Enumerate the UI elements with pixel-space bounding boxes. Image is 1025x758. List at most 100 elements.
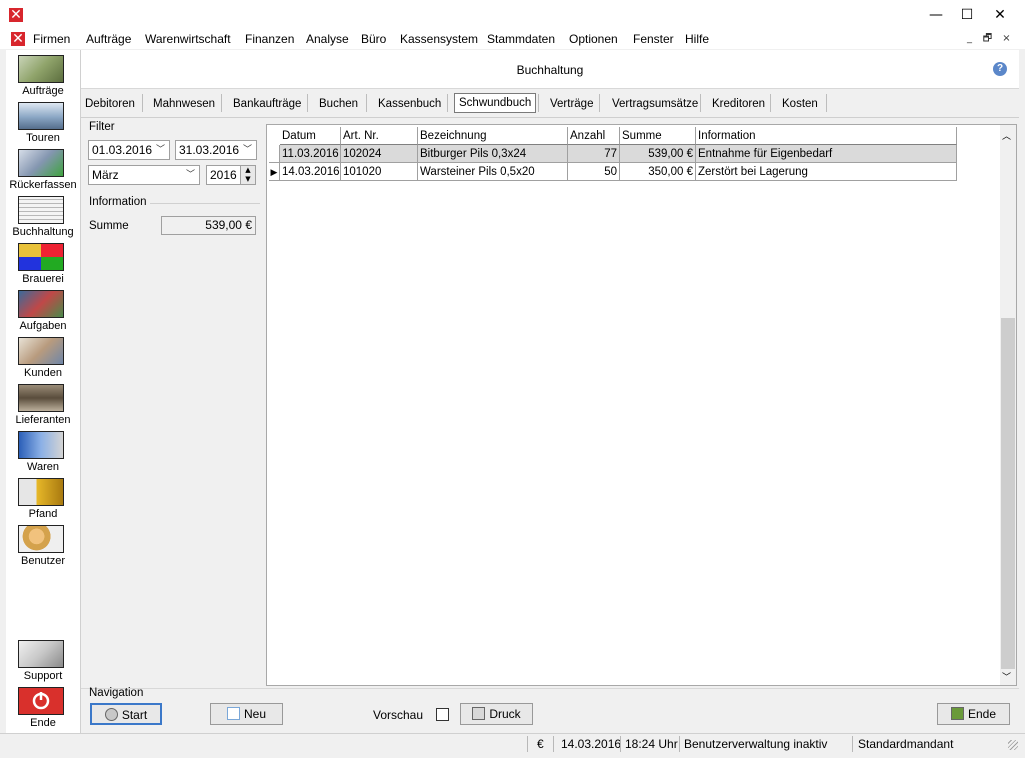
sidebar-item-benutzer[interactable]: Benutzer: [6, 523, 80, 570]
table-cell[interactable]: 14.03.2016: [280, 163, 341, 181]
sidebar-label: Lieferanten: [15, 414, 71, 426]
table-cell[interactable]: 539,00 €: [620, 145, 696, 163]
sidebar-item-buchhaltung[interactable]: Buchhaltung: [6, 194, 80, 241]
status-separator: [679, 736, 680, 752]
year-stepper[interactable]: 2016 ▲ ▼: [206, 165, 256, 185]
tab-separator: [538, 94, 539, 112]
help-icon[interactable]: ?: [993, 62, 1007, 76]
current-row-arrow-icon[interactable]: ▶: [269, 163, 280, 181]
year-spin-buttons[interactable]: ▲ ▼: [240, 166, 255, 184]
column-header-information[interactable]: Information: [696, 127, 957, 145]
minimize-button[interactable]: —: [924, 6, 948, 24]
date-to-picker[interactable]: 31.03.2016 ﹀: [175, 140, 257, 160]
resize-grip-icon[interactable]: [1008, 740, 1018, 750]
table-cell[interactable]: 102024: [341, 145, 418, 163]
sidebar-item-kunden[interactable]: Kunden: [6, 335, 80, 382]
spin-up-icon[interactable]: ▲: [241, 166, 255, 175]
maximize-button[interactable]: ☐: [955, 6, 979, 24]
sidebar-label: Pfand: [28, 508, 58, 520]
sidebar-item-lieferanten[interactable]: Lieferanten: [6, 382, 80, 429]
status-separator: [553, 736, 554, 752]
tab-kreditoren[interactable]: Kreditoren: [712, 96, 765, 112]
table-cell[interactable]: Zerstört bei Lagerung: [696, 163, 957, 181]
tab-schwundbuch[interactable]: Schwundbuch: [454, 93, 537, 113]
scroll-up-icon[interactable]: ︿: [1002, 129, 1011, 142]
menu-optionen[interactable]: Optionen: [569, 32, 618, 46]
sidebar-item-pfand[interactable]: Pfand: [6, 476, 80, 523]
scroll-down-icon[interactable]: ﹀: [1002, 670, 1011, 683]
gear-icon: [104, 708, 118, 721]
tab-kassenbuch[interactable]: Kassenbuch: [378, 96, 441, 112]
menu-auftraege[interactable]: Aufträge: [86, 32, 131, 46]
column-header-summe[interactable]: Summe: [620, 127, 696, 145]
chevron-down-icon: ﹀: [185, 170, 195, 180]
spin-down-icon[interactable]: ▼: [241, 175, 255, 184]
support-button[interactable]: Support: [6, 638, 80, 685]
app-logo-icon: ✕: [9, 7, 23, 23]
column-header-anzahl[interactable]: Anzahl: [568, 127, 620, 145]
start-button[interactable]: Start: [90, 703, 162, 725]
table-cell[interactable]: Bitburger Pils 0,3x24: [418, 145, 568, 163]
tab-bankauftraege[interactable]: Bankaufträge: [233, 96, 301, 112]
table-cell[interactable]: 77: [568, 145, 620, 163]
close-button[interactable]: ✕: [988, 6, 1012, 24]
table-cell[interactable]: 101020: [341, 163, 418, 181]
table-cell[interactable]: 11.03.2016: [280, 145, 341, 163]
table-cell[interactable]: 350,00 €: [620, 163, 696, 181]
sidebar-item-waren[interactable]: Waren: [6, 429, 80, 476]
tab-debitoren[interactable]: Debitoren: [85, 96, 135, 112]
menu-warenwirtschaft[interactable]: Warenwirtschaft: [145, 32, 231, 46]
mdi-app-icon[interactable]: ✕: [11, 32, 25, 46]
information-group-label: Information: [89, 196, 147, 208]
menu-buero[interactable]: Büro: [361, 32, 386, 46]
month-select[interactable]: März ﹀: [88, 165, 200, 185]
row-indicator[interactable]: [269, 145, 280, 163]
mdi-restore-button[interactable]: 🗗: [980, 32, 995, 46]
print-button[interactable]: Druck: [460, 703, 533, 725]
column-header-art-nr[interactable]: Art. Nr.: [341, 127, 418, 145]
date-from-picker[interactable]: 01.03.2016 ﹀: [88, 140, 170, 160]
scroll-thumb[interactable]: [1001, 318, 1015, 669]
end-button[interactable]: Ende: [937, 703, 1010, 725]
menu-stammdaten[interactable]: Stammdaten: [487, 32, 555, 46]
sidebar-item-rueckerfassen[interactable]: Rückerfassen: [6, 147, 80, 194]
table-cell[interactable]: Entnahme für Eigenbedarf: [696, 145, 957, 163]
sidebar: Aufträge Touren Rückerfassen Buchhaltung…: [6, 50, 81, 734]
menu-hilfe[interactable]: Hilfe: [685, 32, 709, 46]
sidebar-item-touren[interactable]: Touren: [6, 100, 80, 147]
table-cell[interactable]: 50: [568, 163, 620, 181]
vertical-scrollbar[interactable]: ︿ ﹀: [1000, 125, 1016, 685]
sidebar-item-aufgaben[interactable]: Aufgaben: [6, 288, 80, 335]
status-bar: € 14.03.2016 18:24 Uhr Benutzerverwaltun…: [0, 733, 1025, 755]
menu-firmen[interactable]: Firmen: [33, 32, 70, 46]
column-header-bezeichnung[interactable]: Bezeichnung: [418, 127, 568, 145]
preview-checkbox[interactable]: [436, 708, 449, 721]
tab-buchen[interactable]: Buchen: [319, 96, 358, 112]
mdi-close-button[interactable]: ×: [999, 32, 1014, 46]
handshake-icon: [18, 640, 64, 668]
sidebar-item-brauerei[interactable]: Brauerei: [6, 241, 80, 288]
table-cell[interactable]: Warsteiner Pils 0,5x20: [418, 163, 568, 181]
menu-fenster[interactable]: Fenster: [633, 32, 674, 46]
tab-mahnwesen[interactable]: Mahnwesen: [153, 96, 215, 112]
new-button[interactable]: Neu: [210, 703, 283, 725]
end-sidebar-button[interactable]: Ende: [6, 685, 80, 732]
tab-vertragsumsaetze[interactable]: Vertragsumsätze: [612, 96, 698, 112]
mdi-minimize-button[interactable]: _: [962, 32, 977, 46]
tab-kosten[interactable]: Kosten: [782, 96, 818, 112]
status-time: 18:24 Uhr: [625, 737, 678, 751]
menu-finanzen[interactable]: Finanzen: [245, 32, 294, 46]
end-button-label: Ende: [967, 707, 997, 721]
shrinkage-table: Datum Art. Nr. Bezeichnung Anzahl Summe …: [266, 124, 1017, 686]
menu-bar: ✕ Firmen Aufträge Warenwirtschaft Finanz…: [0, 30, 1025, 49]
sidebar-label: Buchhaltung: [12, 226, 74, 238]
sidebar-item-auftraege[interactable]: Aufträge: [6, 53, 80, 100]
status-client: Standardmandant: [858, 737, 954, 751]
chevron-down-icon: ﹀: [155, 145, 165, 155]
menu-kassensystem[interactable]: Kassensystem: [400, 32, 478, 46]
preview-label: Vorschau: [373, 708, 424, 722]
column-header-datum[interactable]: Datum: [280, 127, 341, 145]
tab-vertraege[interactable]: Verträge: [550, 96, 593, 112]
new-label: Neu: [243, 707, 266, 721]
menu-analyse[interactable]: Analyse: [306, 32, 349, 46]
